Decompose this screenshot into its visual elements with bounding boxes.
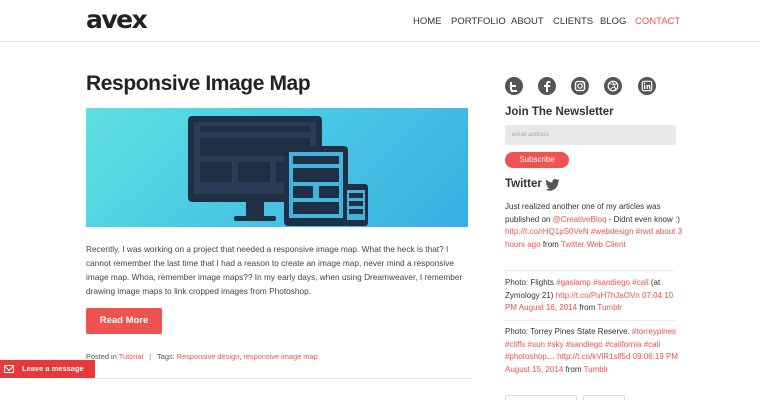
leave-message-button[interactable]: Leave a message [0,360,95,378]
nav-clients[interactable]: CLIENTS [553,16,593,27]
tweet-text: Photo: Flights [505,278,557,287]
tweet-link[interactable]: Tumblr [584,365,609,374]
tweet-link[interactable]: Twitter Web Client [561,240,626,249]
newsletter-title: Join The Newsletter [505,106,614,118]
dribbble-icon[interactable] [604,77,622,95]
nav-home[interactable]: HOME [413,16,442,27]
tweet-link[interactable]: #cliffs [505,340,525,349]
twitter-bird-icon [545,179,560,191]
twitter-title: Twitter [505,178,542,190]
tweet-text: Photo: Torrey Pines State Reserve. [505,327,633,336]
tweet-link[interactable]: http://t.co/PuH7hJaOVn [556,291,640,300]
tweet-text: - Didnt even know :) [606,214,680,224]
post-title[interactable]: Responsive Image Map [86,72,311,96]
tweet-link[interactable]: @CreativeBloq [553,215,607,224]
tweet-link[interactable]: #torreypines [632,327,676,336]
tweet-text: from [577,303,598,313]
site-logo[interactable]: avex [86,5,148,34]
post-meta: Posted in Tutorial | Tags: Responsive de… [86,352,318,361]
mail-icon [4,365,14,373]
partial-widget-box [583,395,625,400]
tweet-link[interactable]: #california [605,340,641,349]
post-divider [86,378,471,379]
linkedin-icon[interactable] [638,77,656,95]
subscribe-button[interactable]: Subscribe [505,152,569,168]
tweet-link[interactable]: #webdesign [591,227,634,236]
meta-separator: | [149,352,152,361]
tweet-link[interactable]: http://t.co/rHQ1pS0VeN [505,227,589,236]
tweet-link[interactable]: #sandiego [593,278,630,287]
tweet-divider [505,270,675,271]
tweet-item: Photo: Torrey Pines State Reserve. #torr… [505,326,683,376]
tag-link[interactable]: responsive image map [243,352,317,361]
twitter-icon[interactable] [505,77,523,95]
nav-blog[interactable]: BLOG [600,16,626,27]
leave-message-label: Leave a message [22,364,84,373]
tags-label: Tags: [157,352,175,361]
tweet-link[interactable]: #sky [547,340,563,349]
tweet-text: from [540,239,561,249]
tweet-divider [505,320,675,321]
post-excerpt: Recently, I was working on a project tha… [86,244,463,297]
tweet-item: Just realized another one of my articles… [505,201,683,251]
nav-about[interactable]: ABOUT [511,16,544,27]
post-hero-image[interactable] [86,108,468,227]
tweet-link[interactable]: #sandiego [566,340,603,349]
tweet-item: Photo: Flights #gaslamp #sandiego #cali … [505,277,683,315]
newsletter-email-input[interactable] [505,125,676,145]
tag-link[interactable]: Responsive design [177,352,239,361]
nav-contact[interactable]: CONTACT [635,16,680,27]
tweet-link[interactable]: #sun [528,340,545,349]
read-more-button[interactable]: Read More [86,308,162,334]
site-header: avex HOME PORTFOLIO ABOUT CLIENTS BLOG C… [0,0,760,42]
facebook-icon[interactable] [538,77,556,95]
category-link[interactable]: Tutorial [119,352,143,361]
tweet-link[interactable]: #cali [632,278,648,287]
tweet-link[interactable]: Tumblr [597,303,622,312]
instagram-icon[interactable] [571,77,589,95]
tweet-text: from [563,364,584,374]
nav-portfolio[interactable]: PORTFOLIO [451,16,506,27]
tweet-link[interactable]: #photoshop [505,352,547,361]
tweet-link[interactable]: http://t.co/kVlR1slf5d [557,352,630,361]
responsive-devices-illustration [188,116,368,226]
tweet-link[interactable]: #cali [644,340,660,349]
partial-widget-box [505,395,577,400]
tweet-link[interactable]: #rwd [636,227,653,236]
tweet-text: … [546,352,558,362]
tweet-link[interactable]: #gaslamp [556,278,591,287]
